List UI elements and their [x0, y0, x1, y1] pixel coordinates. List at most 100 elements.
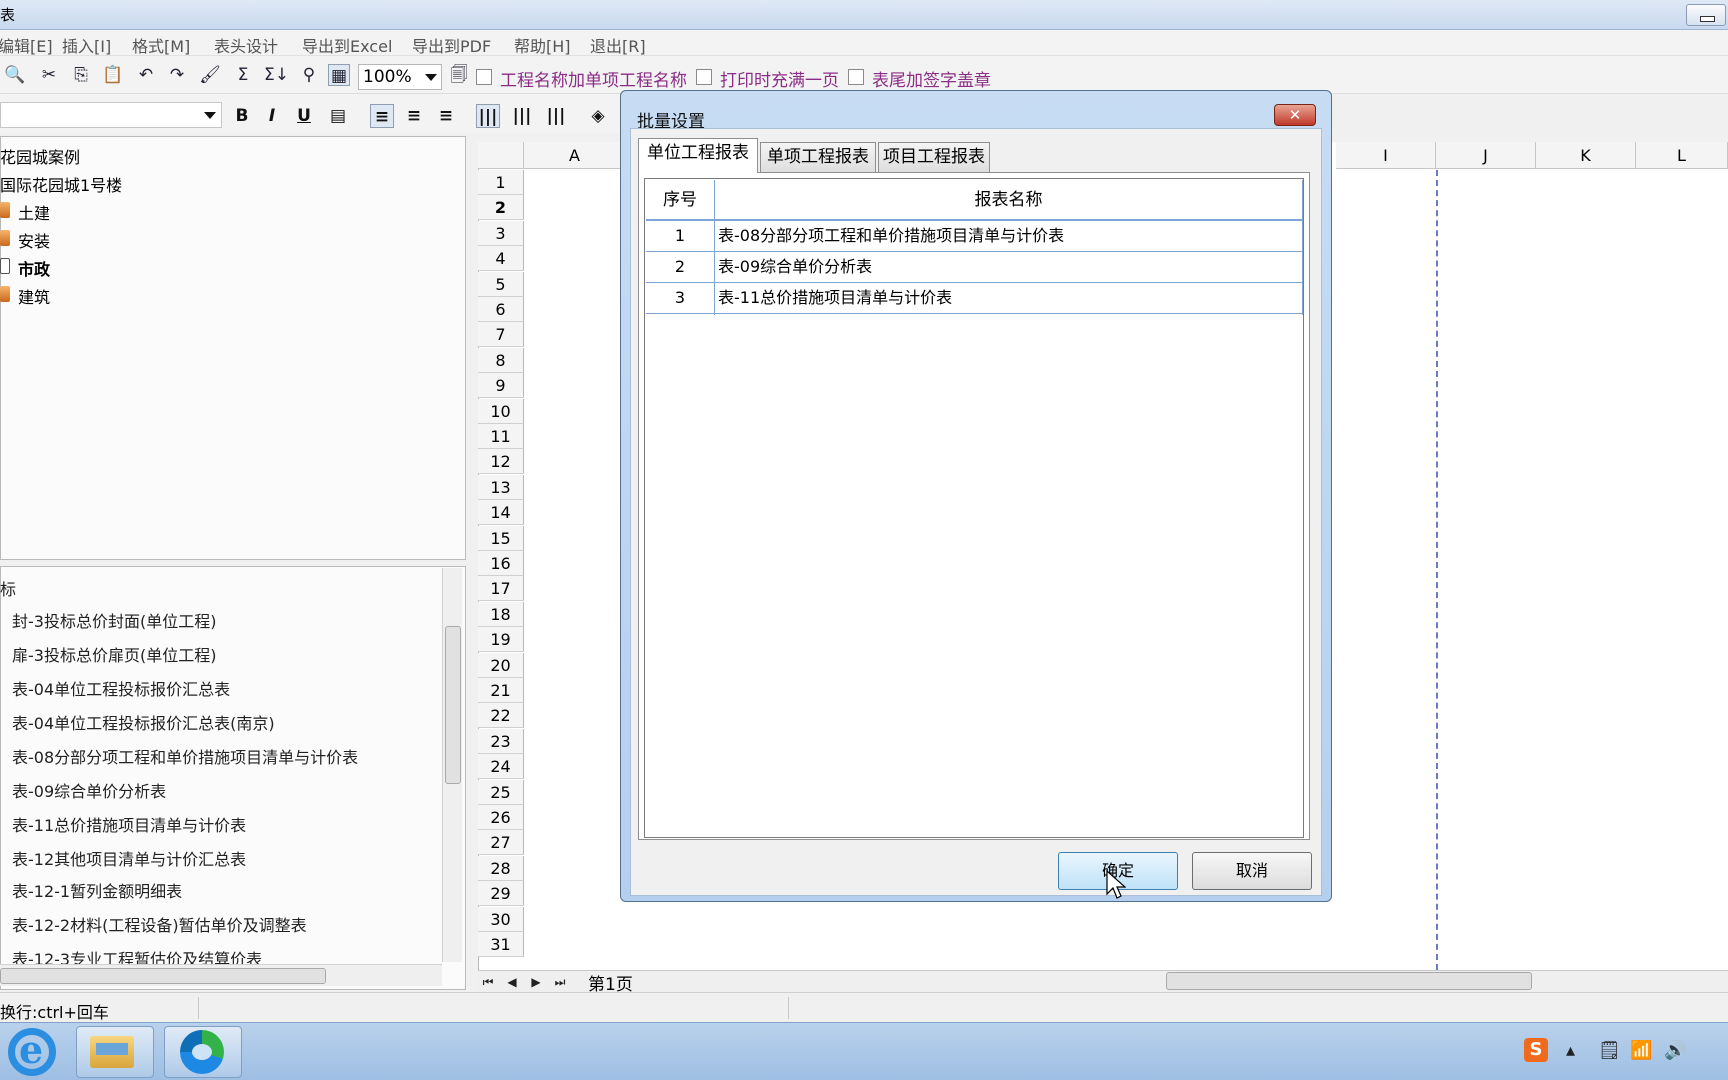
column-header[interactable]: J [1436, 142, 1536, 169]
barcode-1-icon[interactable]: ||| [476, 104, 500, 128]
close-button[interactable]: ✕ [1274, 104, 1316, 126]
row-header[interactable]: 10 [478, 398, 524, 424]
ime-icon[interactable]: S [1524, 1038, 1548, 1062]
menu-header-design[interactable]: 表头设计 [214, 33, 278, 57]
tree-root[interactable]: 花园城案例 [0, 144, 80, 168]
barcode-2-icon[interactable]: ||| [510, 104, 534, 128]
align-left-icon[interactable]: ≡ [370, 104, 394, 128]
row-header[interactable]: 28 [478, 855, 524, 881]
row-header[interactable]: 19 [478, 627, 524, 653]
find-icon[interactable]: ⚲ [298, 64, 320, 86]
signature-checkbox[interactable] [848, 69, 864, 85]
row-header[interactable]: 24 [478, 754, 524, 780]
list-item[interactable]: 表-12-1暂列金额明细表 [12, 878, 182, 902]
column-header[interactable]: L [1636, 142, 1728, 169]
tab-project-reports[interactable]: 项目工程报表 [878, 142, 990, 172]
row-header[interactable]: 6 [478, 297, 524, 322]
row-header[interactable]: 11 [478, 424, 524, 449]
row-header[interactable]: 14 [478, 500, 524, 526]
italic-button[interactable]: I [260, 104, 284, 128]
row-header[interactable]: 3 [478, 220, 524, 246]
row-header[interactable]: 15 [478, 525, 524, 551]
menu-export-excel[interactable]: 导出到Excel [302, 33, 392, 57]
row-header[interactable]: 29 [478, 881, 524, 907]
minimize-button[interactable] [1686, 4, 1726, 26]
wrap-text-icon[interactable]: ▤ [326, 104, 350, 128]
grid-icon[interactable]: ▦ [328, 64, 350, 86]
scroll-thumb[interactable] [445, 626, 461, 784]
font-select[interactable] [0, 102, 222, 128]
network-icon[interactable]: 📶 [1630, 1040, 1652, 1061]
sheet-hscrollbar[interactable] [1148, 972, 1728, 990]
volume-icon[interactable]: 🔊 [1664, 1040, 1686, 1061]
row-header[interactable]: 26 [478, 805, 524, 830]
scroll-thumb[interactable] [0, 968, 326, 984]
list-item[interactable]: 表-09综合单价分析表 [12, 778, 166, 802]
column-header[interactable]: I [1336, 142, 1436, 169]
page-setup-icon[interactable]: 🗐 [448, 64, 470, 86]
report-list-vscrollbar[interactable] [442, 568, 462, 962]
list-item[interactable]: 表-12-2材料(工程设备)暂估单价及调整表 [12, 912, 307, 936]
barcode-3-icon[interactable]: ||| [544, 104, 568, 128]
row-header[interactable]: 1 [478, 170, 524, 195]
list-item[interactable]: 表-04单位工程投标报价汇总表 [12, 676, 230, 700]
list-item[interactable]: 封-3投标总价封面(单位工程) [12, 608, 216, 632]
tab-unit-reports[interactable]: 单位工程报表 [638, 138, 758, 173]
first-sheet-button[interactable]: ⏮ [478, 973, 498, 991]
sum-column-icon[interactable]: Σ↓ [264, 64, 289, 86]
align-center-icon[interactable]: ≡ [402, 104, 426, 128]
list-item[interactable]: 表-04单位工程投标报价汇总表(南京) [12, 710, 275, 734]
column-header[interactable]: A [524, 142, 626, 169]
list-item[interactable]: 表-11总价措施项目清单与计价表 [12, 812, 246, 836]
row-header[interactable]: 27 [478, 830, 524, 856]
cancel-button[interactable]: 取消 [1192, 852, 1312, 890]
prev-sheet-button[interactable]: ◀ [502, 973, 522, 991]
select-all-corner[interactable] [478, 142, 524, 169]
last-sheet-button[interactable]: ⏭ [550, 973, 570, 991]
column-header[interactable]: K [1536, 142, 1636, 169]
paste-icon[interactable]: 📋 [102, 64, 124, 86]
row-header[interactable]: 18 [478, 601, 524, 627]
grid-cell-no[interactable]: 3 [646, 283, 714, 314]
grid-cell-no[interactable]: 2 [646, 252, 714, 283]
grid-cell-name[interactable]: 表-08分部分项工程和单价措施项目清单与计价表 [715, 221, 1302, 252]
tree-project[interactable]: 国际花园城1号楼 [0, 172, 122, 196]
grid-cell-name[interactable]: 表-09综合单价分析表 [715, 252, 1302, 283]
row-header[interactable]: 31 [478, 932, 524, 957]
scroll-thumb[interactable] [1166, 972, 1532, 990]
fill-color-icon[interactable]: ◈ [586, 104, 610, 128]
tree-node-civil[interactable]: 土建 [18, 200, 50, 224]
row-header[interactable]: 13 [478, 474, 524, 500]
row-header[interactable]: 7 [478, 322, 524, 348]
tab-single-reports[interactable]: 单项工程报表 [760, 142, 876, 172]
redo-icon[interactable]: ↷ [166, 64, 188, 86]
grid-cell-no[interactable]: 1 [646, 221, 714, 252]
print-preview-icon[interactable]: 🔍 [4, 64, 26, 86]
tray-device-icon[interactable]: 🗒 [1598, 1040, 1621, 1061]
menu-edit[interactable]: 编辑[E] [0, 33, 53, 57]
format-painter-icon[interactable]: 🖌 [199, 64, 221, 86]
next-sheet-button[interactable]: ▶ [526, 973, 546, 991]
row-header[interactable]: 4 [478, 246, 524, 272]
grid-cell-name[interactable]: 表-11总价措施项目清单与计价表 [715, 283, 1302, 314]
zoom-select[interactable]: 100% [358, 64, 442, 90]
underline-button[interactable]: U [292, 104, 316, 128]
sum-icon[interactable]: Σ [232, 64, 254, 86]
fill-page-checkbox[interactable] [696, 69, 712, 85]
row-header[interactable]: 20 [478, 652, 524, 678]
row-header[interactable]: 22 [478, 703, 524, 729]
row-header[interactable]: 25 [478, 779, 524, 805]
list-item[interactable]: 扉-3投标总价扉页(单位工程) [12, 642, 216, 666]
menu-help[interactable]: 帮助[H] [514, 33, 571, 57]
menu-exit[interactable]: 退出[R] [590, 33, 646, 57]
menu-export-pdf[interactable]: 导出到PDF [412, 33, 491, 57]
tree-node-building[interactable]: 建筑 [18, 284, 50, 308]
list-item[interactable]: 表-08分部分项工程和单价措施项目清单与计价表 [12, 744, 358, 768]
row-header[interactable]: 16 [478, 551, 524, 576]
list-item[interactable]: 表-12其他项目清单与计价汇总表 [12, 846, 246, 870]
row-header[interactable]: 9 [478, 373, 524, 399]
menu-insert[interactable]: 插入[I] [62, 33, 111, 57]
row-header[interactable]: 21 [478, 678, 524, 703]
row-header[interactable]: 30 [478, 906, 524, 932]
project-name-checkbox[interactable] [476, 69, 492, 85]
